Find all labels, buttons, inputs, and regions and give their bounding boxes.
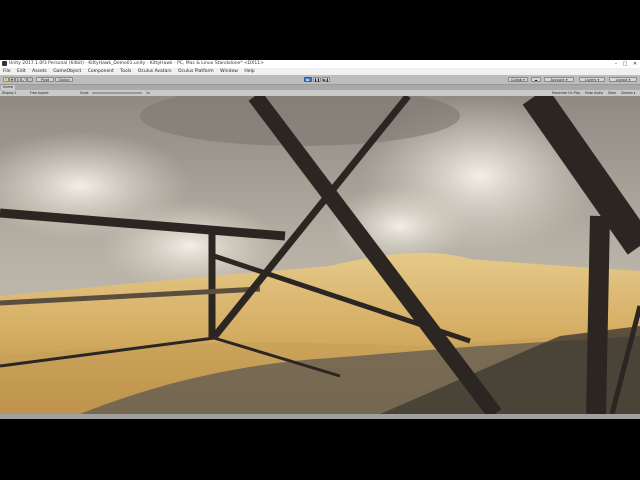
unity-logo-icon <box>2 61 7 66</box>
scale-slider[interactable] <box>92 92 142 94</box>
menu-component[interactable]: Component <box>88 69 114 74</box>
menu-bar: File Edit Assets GameObject Component To… <box>0 68 640 75</box>
pivot-toggle[interactable]: Pivot <box>36 77 54 82</box>
close-button[interactable]: ✕ <box>630 60 640 68</box>
window-title: Unity 2017.1.0f3 Personal (64bit) - Kitt… <box>9 61 264 66</box>
menu-edit[interactable]: Edit <box>17 69 26 74</box>
menu-tools[interactable]: Tools <box>120 69 131 74</box>
step-button[interactable]: ▶❚ <box>322 77 330 82</box>
desert-scene <box>0 96 640 414</box>
menu-help[interactable]: Help <box>244 69 254 74</box>
game-view-render[interactable] <box>0 96 640 414</box>
pause-button[interactable]: ❚❚ <box>313 77 321 82</box>
account-dropdown[interactable]: Account ▾ <box>544 77 574 82</box>
menu-window[interactable]: Window <box>220 69 238 74</box>
layers-dropdown[interactable]: Layers ▾ <box>579 77 605 82</box>
collab-dropdown[interactable]: Collab ▾ <box>508 77 528 82</box>
maximize-button[interactable]: □ <box>620 60 630 68</box>
menu-file[interactable]: File <box>3 69 11 74</box>
rect-tool-icon[interactable]: ▢ <box>27 77 33 82</box>
menu-oculus-avatars[interactable]: Oculus Avatars <box>138 69 172 74</box>
menu-oculus-platform[interactable]: Oculus Platform <box>178 69 214 74</box>
play-button[interactable]: ▶ <box>304 77 312 82</box>
menu-assets[interactable]: Assets <box>32 69 47 74</box>
tab-game-label: Game <box>2 85 14 89</box>
status-bar <box>0 414 640 419</box>
menu-gameobject[interactable]: GameObject <box>53 69 81 74</box>
layout-dropdown[interactable]: Layout ▾ <box>609 77 637 82</box>
unity-editor-window: Unity 2017.1.0f3 Personal (64bit) - Kitt… <box>0 60 640 419</box>
main-toolbar: ✋ ✥ ↻ ⤢ ▢ Pivot Global ▶ ❚❚ ▶❚ Collab ▾ … <box>0 75 640 85</box>
global-toggle[interactable]: Global <box>55 77 73 82</box>
title-bar: Unity 2017.1.0f3 Personal (64bit) - Kitt… <box>0 60 640 68</box>
cloud-icon[interactable]: ☁ <box>531 77 541 82</box>
